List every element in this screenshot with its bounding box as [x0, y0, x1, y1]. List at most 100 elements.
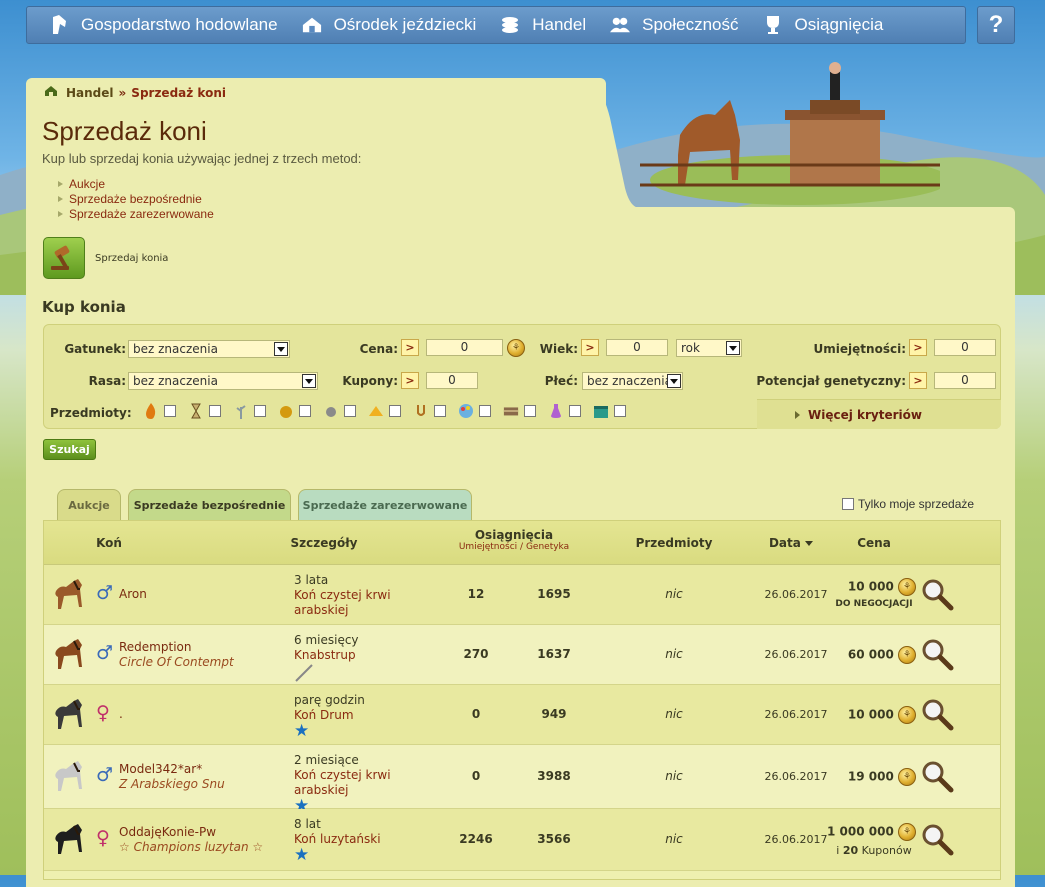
genetics-value: 1637	[537, 647, 571, 661]
sex-icon: ♂	[96, 642, 114, 664]
item-checkbox[interactable]	[479, 405, 491, 417]
breed-select[interactable]: bez znaczenia	[128, 340, 290, 358]
genetic-potential-label: Potencjał genetyczny:	[756, 374, 906, 388]
age-unit-select[interactable]: rok	[676, 339, 742, 357]
horse-affix[interactable]: ☆ Champions luzytan ☆	[119, 840, 263, 854]
skills-input[interactable]: 0	[934, 339, 996, 356]
nav-breeding-farm[interactable]: Gospodarstwo hodowlane	[49, 15, 278, 35]
horse-name-link[interactable]: .	[119, 707, 123, 721]
horse-age: 3 lata	[294, 573, 329, 587]
magnifier-icon[interactable]	[920, 822, 954, 856]
item-checkbox[interactable]	[434, 405, 446, 417]
auction-scene-illustration	[640, 62, 940, 205]
main-navigation: Gospodarstwo hodowlane Ośrodek jeździeck…	[26, 6, 966, 44]
coins-icon	[500, 15, 520, 35]
help-button[interactable]: ?	[977, 6, 1015, 44]
horse-thumbnail[interactable]	[52, 822, 90, 858]
horse-thumbnail[interactable]	[52, 759, 90, 795]
horse-thumbnail[interactable]	[52, 697, 90, 733]
item-checkbox[interactable]	[299, 405, 311, 417]
horse-details: 8 lat Koń luzytański ★	[294, 817, 404, 864]
horse-age: 8 lat	[294, 817, 321, 831]
table-header: Koń Szczegóły Osiągnięcia Umiejętności /…	[44, 521, 1000, 565]
horse-name-link[interactable]: Model342*ar*	[119, 762, 202, 776]
panel-slope-decoration	[560, 78, 640, 218]
method-link-direct-sales[interactable]: Sprzedaże bezpośrednie	[58, 191, 214, 206]
item-checkbox[interactable]	[254, 405, 266, 417]
horse-thumbnail[interactable]	[52, 637, 90, 673]
price-block: 10 000 ⚘	[824, 706, 916, 724]
horse-name-link[interactable]: Redemption	[119, 640, 191, 654]
item-checkbox[interactable]	[614, 405, 626, 417]
buy-horse-heading: Kup konia	[42, 298, 126, 316]
genetic-potential-input[interactable]: 0	[934, 372, 996, 389]
age-input[interactable]: 0	[606, 339, 668, 356]
horse-age: parę godzin	[294, 693, 365, 707]
horse-breed: Knabstrup	[294, 648, 356, 662]
magnifier-icon[interactable]	[920, 697, 954, 731]
tab-reserved-sales[interactable]: Sprzedaże zarezerwowane	[298, 489, 472, 521]
sale-methods-list: Aukcje Sprzedaże bezpośrednie Sprzedaże …	[58, 176, 214, 221]
horse-details: 2 miesiące Koń czystej krwi arabskiej ★	[294, 753, 404, 815]
nav-community[interactable]: Społeczność	[610, 15, 739, 35]
col-genetics[interactable]: Genetyka	[526, 542, 569, 552]
items-value: nic	[665, 769, 683, 783]
skills-operator[interactable]: >	[909, 339, 927, 356]
age-operator[interactable]: >	[581, 339, 599, 356]
horse-breed: Koń czystej krwi arabskiej	[294, 588, 391, 617]
col-skills[interactable]: Umiejętności	[459, 542, 517, 552]
item-checkbox[interactable]	[569, 405, 581, 417]
horse-details: parę godzin Koń Drum ★	[294, 693, 404, 740]
horse-thumbnail[interactable]	[52, 577, 90, 613]
nav-trade[interactable]: Handel	[500, 15, 586, 35]
sell-horse-label[interactable]: Sprzedaj konia	[95, 253, 168, 264]
items-label: Przedmioty:	[50, 406, 132, 420]
method-link-auctions[interactable]: Aukcje	[58, 176, 214, 191]
col-date[interactable]: Data	[756, 536, 826, 550]
item-checkbox[interactable]	[209, 405, 221, 417]
horse-name-link[interactable]: Aron	[119, 587, 147, 601]
price-operator[interactable]: >	[401, 339, 419, 356]
table-row[interactable]: ♂ Redemption Circle Of Contempt 6 miesięcy K…	[44, 625, 1000, 685]
horse-affix[interactable]: Circle Of Contempt	[119, 655, 234, 669]
more-criteria-toggle[interactable]: Więcej kryteriów	[757, 399, 1001, 429]
magnifier-icon[interactable]	[920, 637, 954, 671]
genetic-potential-operator[interactable]: >	[909, 372, 927, 389]
table-row[interactable]: ♀ OddajęKonie-Pw ☆ Champions luzytan ☆ 8 la…	[44, 809, 1000, 871]
item-checkbox[interactable]	[524, 405, 536, 417]
sex-select[interactable]: bez znaczenia	[582, 372, 683, 390]
table-row[interactable]: ♂ Model342*ar* Z Arabskiego Snu 2 miesiące K…	[44, 745, 1000, 815]
item-checkbox[interactable]	[164, 405, 176, 417]
item-checkbox[interactable]	[344, 405, 356, 417]
skills-label: Umiejętności:	[813, 342, 906, 356]
method-link-reserved-sales[interactable]: Sprzedaże zarezerwowane	[58, 206, 214, 221]
star-icon: ★	[294, 721, 310, 741]
magnifier-icon[interactable]	[920, 577, 954, 611]
only-my-sales-checkbox[interactable]	[842, 498, 854, 510]
tab-direct-sales[interactable]: Sprzedaże bezpośrednie	[128, 489, 291, 521]
coupons-input[interactable]: 0	[426, 372, 478, 389]
magnifier-icon[interactable]	[920, 759, 954, 793]
horse-affix[interactable]: Z Arabskiego Snu	[119, 777, 225, 791]
sell-horse-button[interactable]	[43, 237, 85, 279]
col-details: Szczegóły	[290, 536, 358, 550]
item-checkbox[interactable]	[389, 405, 401, 417]
race-select[interactable]: bez znaczenia	[128, 372, 318, 390]
search-button[interactable]: Szukaj	[43, 439, 96, 460]
breadcrumb: Handel » Sprzedaż koni	[44, 85, 226, 100]
home-icon	[44, 85, 58, 100]
table-row[interactable]: ♀. parę godzin Koń Drum ★ 0 949 nic 26.06.2017 1…	[44, 685, 1000, 745]
coupons-operator[interactable]: >	[401, 372, 419, 389]
nav-achievements[interactable]: Osiągnięcia	[763, 15, 883, 35]
potion-icon	[548, 403, 564, 419]
horseshoe-icon	[413, 403, 429, 419]
price-block: 60 000 ⚘	[824, 646, 916, 664]
genetics-value: 1695	[537, 587, 571, 601]
price-value: 10 000	[847, 579, 894, 594]
price-input[interactable]: 0	[426, 339, 503, 356]
nav-riding-center[interactable]: Ośrodek jeździecki	[302, 15, 476, 35]
breadcrumb-trade-link[interactable]: Handel	[66, 86, 114, 100]
table-row[interactable]: ♂ Aron 3 lata Koń czystej krwi arabskiej 12 1…	[44, 565, 1000, 625]
tab-auctions[interactable]: Aukcje	[57, 489, 121, 521]
horse-name-link[interactable]: OddajęKonie-Pw	[119, 825, 216, 839]
